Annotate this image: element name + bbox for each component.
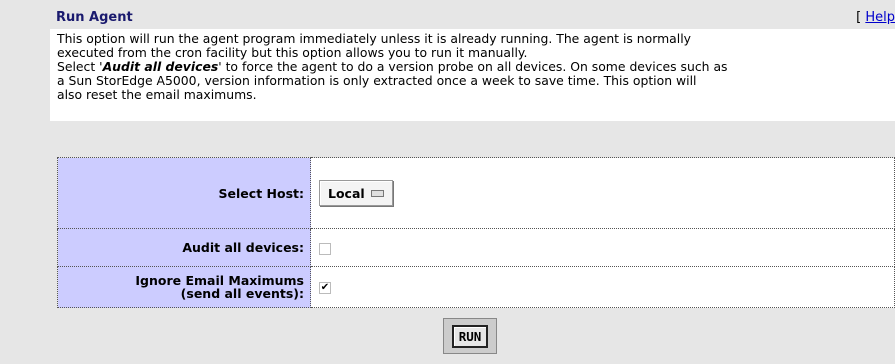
audit-emphasis: Audit all devices	[103, 59, 219, 74]
description-line: This option will run the agent program i…	[57, 31, 691, 46]
help-bracket: [	[856, 10, 862, 25]
audit-row: Audit all devices:	[57, 228, 895, 267]
ignore-cell: ✔	[310, 266, 895, 308]
host-select-value: Local	[328, 185, 365, 201]
ignore-email-maximums-checkbox[interactable]: ✔	[319, 282, 331, 294]
host-label: Select Host:	[57, 157, 311, 229]
ignore-label: Ignore Email Maximums (send all events):	[57, 266, 311, 308]
host-cell: Local	[310, 157, 895, 229]
help-link[interactable]: Help	[865, 10, 895, 25]
description-line: a Sun StorEdge A5000, version informatio…	[57, 73, 697, 88]
run-button-label: RUN	[451, 324, 489, 348]
ignore-label-line2: (send all events):	[180, 286, 304, 301]
page-title: Run Agent	[56, 10, 133, 25]
description-line: also reset the email maximums.	[57, 87, 257, 102]
title-bar: Run Agent [ Help	[50, 8, 895, 28]
agent-options-form: Select Host: Local Audit all devices: Ig…	[57, 157, 895, 308]
description-text: ' to force the agent to do a version pro…	[218, 59, 728, 74]
description-panel: This option will run the agent program i…	[50, 29, 895, 121]
run-button[interactable]: RUN	[443, 318, 497, 354]
audit-all-devices-checkbox[interactable]	[319, 242, 331, 255]
host-select[interactable]: Local	[319, 180, 393, 206]
help-container: [ Help	[856, 10, 895, 25]
option-menu-indicator-icon	[370, 189, 384, 197]
description-line: executed from the cron facility but this…	[57, 45, 528, 60]
ignore-row: Ignore Email Maximums (send all events):…	[57, 266, 895, 308]
audit-emphasis-text: Audit all devices	[102, 59, 219, 74]
host-row: Select Host: Local	[57, 157, 895, 229]
audit-label: Audit all devices:	[57, 228, 311, 267]
description-line: Select 'Audit all devices' to force the …	[57, 60, 895, 74]
description-text: Select '	[57, 59, 103, 74]
audit-cell	[310, 228, 895, 267]
checkmark-icon: ✔	[320, 282, 330, 293]
